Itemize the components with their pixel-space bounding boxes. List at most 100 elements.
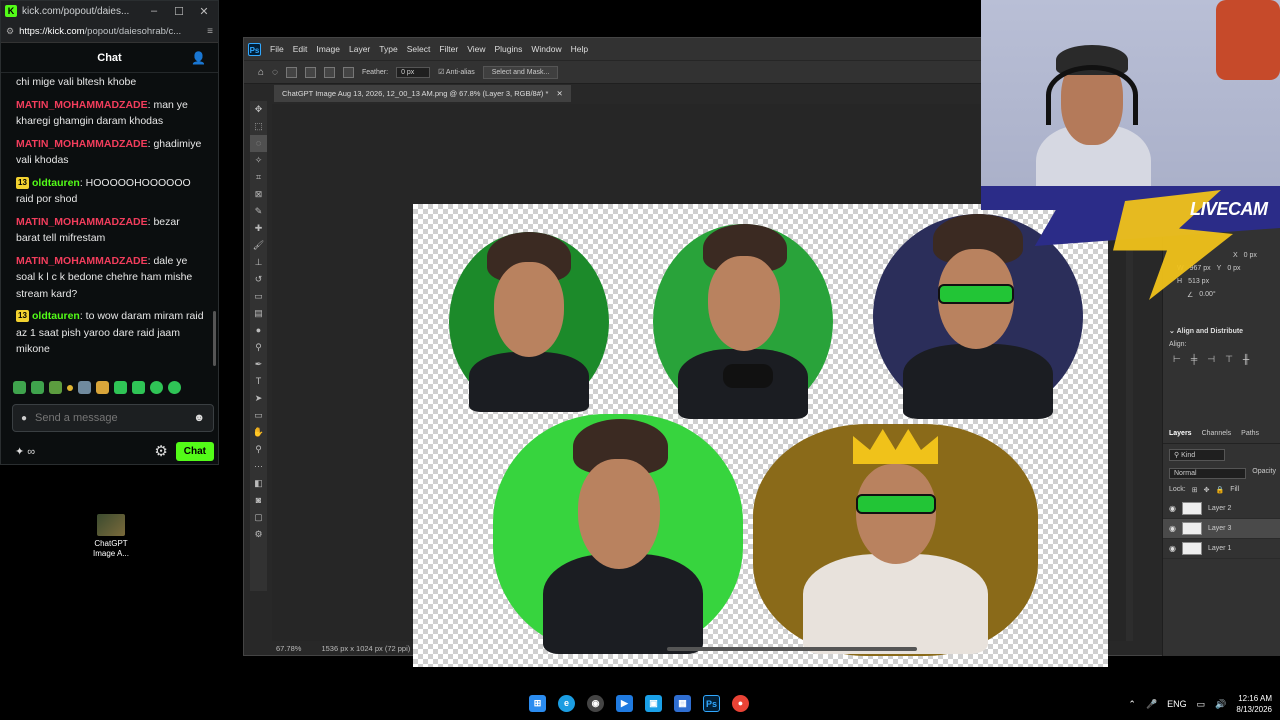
chat-username[interactable]: MATIN_MOHAMMADZADE [16,99,148,111]
layer-row[interactable]: ◉ Layer 3 [1163,519,1280,539]
chat-message-list[interactable]: chi mige vali bltesh khobe MATIN_MOHAMMAD… [1,74,220,374]
ps-menu-item[interactable]: Type [379,44,397,54]
send-chat-button[interactable]: Chat [175,441,214,461]
language-indicator[interactable]: ENG [1167,699,1187,709]
zoom-video-icon[interactable]: ▶ [616,695,633,712]
home-icon[interactable]: ⌂ [258,67,264,78]
lock-position-icon[interactable]: ✥ [1204,486,1210,494]
align-right-icon[interactable]: ⊣ [1207,354,1215,365]
anti-alias-checkbox[interactable]: ☑ Anti-alias [438,68,475,76]
ps-menu-item[interactable]: Select [407,44,431,54]
zoom-level[interactable]: 67.78% [276,644,301,653]
emote-icon[interactable] [31,381,44,394]
lock-all-icon[interactable]: 🔒 [1215,486,1224,494]
chat-scrollbar[interactable] [213,311,216,366]
page-settings-icon[interactable]: ⚙ [6,26,14,37]
eraser-icon[interactable]: ▭ [250,288,267,305]
screen-mode-icon[interactable]: ▢ [250,509,267,526]
ps-menu-item[interactable]: Help [571,44,588,54]
layer-panel-tab[interactable]: Channels [1202,430,1232,437]
gradient-icon[interactable]: ▤ [250,305,267,322]
sticker-emote-4[interactable] [493,414,743,654]
desktop-file-icon[interactable]: ChatGPT Image A... [86,514,136,559]
history-brush-icon[interactable]: ↺ [250,271,267,288]
close-tab-icon[interactable]: ✕ [556,89,562,98]
chat-rules-icon[interactable]: ● [21,413,27,424]
volume-icon[interactable]: 🔊 [1215,699,1226,710]
document-size[interactable]: 1536 px x 1024 px (72 ppi) [321,644,410,653]
url-bar[interactable]: ⚙ https://kick.com/popout/daiesohrab/c..… [1,21,218,43]
align-top-icon[interactable]: ⊤ [1225,354,1233,365]
chat-username[interactable]: oldtauren [32,310,80,322]
align-middle-icon[interactable]: ╫ [1243,354,1249,365]
feather-input[interactable]: 0 px [396,66,431,78]
lasso-tool-icon[interactable]: ◌ [250,135,267,152]
sticker-emote-1[interactable] [449,232,609,412]
ps-menu-item[interactable]: Plugins [494,44,522,54]
h-field[interactable]: 513 px [1188,278,1209,285]
layer-panel-tab[interactable]: Paths [1241,430,1259,437]
layer-panel-tab[interactable]: Layers [1169,430,1192,437]
angle-field[interactable]: 0.00° [1199,291,1215,299]
color-swatches-icon[interactable]: ◧ [250,475,267,492]
layer-filter-kind[interactable]: ⚲ Kind [1169,449,1225,461]
new-selection-icon[interactable] [286,66,297,78]
emote-icon[interactable] [114,381,127,394]
emoji-picker-icon[interactable]: ☻ [193,412,205,424]
pen-tool-icon[interactable]: ✒ [250,356,267,373]
layer-row[interactable]: ◉ Layer 1 [1163,539,1280,559]
more-tools-icon[interactable]: ··· [250,458,267,475]
share-icon[interactable]: ⚙ [250,526,267,543]
ps-menu-item[interactable]: View [467,44,485,54]
chat-username[interactable]: MATIN_MOHAMMADZADE [16,138,148,150]
align-left-icon[interactable]: ⊢ [1173,354,1181,365]
menu-icon[interactable]: ≡ [207,26,213,37]
collapse-chevron-icon[interactable]: ⌄ [1169,328,1175,335]
emote-icon[interactable] [96,381,109,394]
dodge-tool-icon[interactable]: ⚲ [250,339,267,356]
lasso-tool-icon[interactable]: ◌ [272,67,278,78]
tray-chevron-icon[interactable]: ⌃ [1128,699,1136,710]
user-list-icon[interactable]: 👤 [191,51,206,65]
visibility-eye-icon[interactable]: ◉ [1169,504,1176,513]
subscriber-badge-icon[interactable]: 13 [16,176,29,189]
w-field[interactable]: 967 px [1190,265,1211,272]
chat-username[interactable]: MATIN_MOHAMMADZADE [16,216,148,228]
ps-menu-item[interactable]: Image [316,44,340,54]
ps-menu-item[interactable]: File [270,44,284,54]
emote-icon[interactable] [78,381,91,394]
edge-browser-icon[interactable]: e [558,695,575,712]
align-center-icon[interactable]: ╪ [1191,354,1197,365]
add-selection-icon[interactable] [305,66,316,78]
eyedropper-icon[interactable]: ✎ [250,203,267,220]
message-input-box[interactable]: ● ☻ [12,404,214,432]
document-canvas[interactable] [413,204,1108,667]
emote-icon[interactable] [168,381,181,394]
intersect-selection-icon[interactable] [343,66,354,78]
emote-icon[interactable] [49,381,62,394]
canvas-horizontal-scrollbar[interactable] [667,647,917,651]
select-and-mask-button[interactable]: Select and Mask... [482,65,559,79]
frame-tool-icon[interactable]: ⊠ [250,186,267,203]
url-text[interactable]: https://kick.com/popout/daiesohrab/c... [19,26,202,37]
ps-menu-item[interactable]: Edit [293,44,308,54]
close-icon[interactable]: ✕ [194,5,214,18]
move-tool-icon[interactable]: ✥ [250,101,267,118]
lock-pixels-icon[interactable]: ⊞ [1192,486,1198,494]
windows-start-icon[interactable]: ⊞ [529,695,546,712]
blend-mode-select[interactable]: Normal [1169,468,1247,479]
subtract-selection-icon[interactable] [324,66,335,78]
minimize-icon[interactable]: – [144,5,164,17]
obs-icon[interactable]: ◉ [587,695,604,712]
ps-menu-item[interactable]: Filter [439,44,458,54]
visibility-eye-icon[interactable]: ◉ [1169,524,1176,533]
store-icon[interactable]: ▣ [645,695,662,712]
photoshop-taskbar-icon[interactable]: Ps [703,695,720,712]
zoom-tool-icon[interactable]: ⚲ [250,441,267,458]
visibility-eye-icon[interactable]: ◉ [1169,544,1176,553]
emote-icon[interactable] [13,381,26,394]
type-tool-icon[interactable]: T [250,373,267,390]
y-field[interactable]: 0 px [1227,265,1240,272]
brush-tool-icon[interactable]: 🖌 [250,237,267,254]
microphone-icon[interactable]: 🎤 [1146,699,1157,710]
